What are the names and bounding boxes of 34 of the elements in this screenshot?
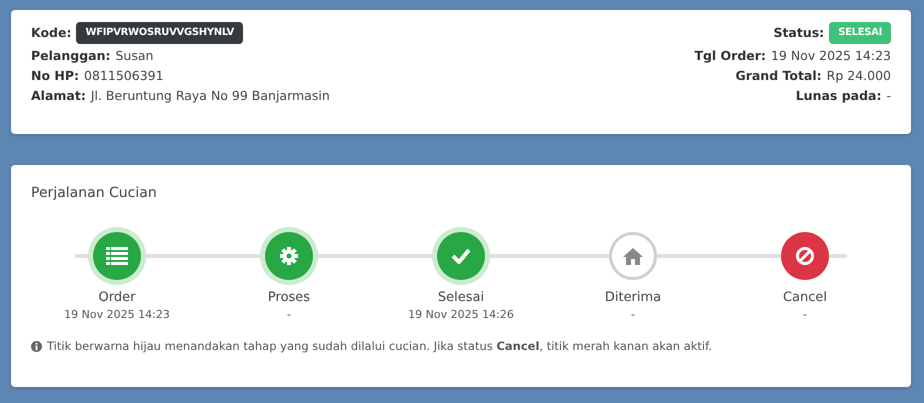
step-time: - xyxy=(287,308,291,321)
status-badge: SELESAI xyxy=(829,22,891,44)
step-label: Diterima xyxy=(604,290,662,305)
field-value: 19 Nov 2025 14:23 xyxy=(770,48,891,64)
field-label: Kode: xyxy=(31,25,72,41)
field-label: Pelanggan: xyxy=(31,48,110,64)
info-note: Titik berwarna hijau menandakan tahap yang sudah dilalui cucian. Jika status Cancel, titik merah kanan akan aktif. xyxy=(47,339,712,353)
field-value: Rp 24.000 xyxy=(826,68,891,84)
field-label: Alamat: xyxy=(31,88,86,104)
field-label: No HP: xyxy=(31,68,80,84)
step-label: Order xyxy=(98,290,136,305)
step-label: Selesai xyxy=(438,290,484,305)
field-value: - xyxy=(886,88,891,104)
ban-icon xyxy=(795,246,815,266)
info-icon xyxy=(31,340,42,352)
list-icon xyxy=(106,247,128,265)
field-label: Tgl Order: xyxy=(694,48,766,64)
gear-icon xyxy=(280,247,298,265)
field-value: Jl. Beruntung Raya No 99 Banjarmasin xyxy=(90,88,330,104)
code-badge: WFIPVRWOSRUVVGSHYNLV xyxy=(76,22,243,44)
field-value: Susan xyxy=(116,48,154,64)
field-label: Lunas pada: xyxy=(796,88,882,104)
step-time: - xyxy=(803,308,807,321)
step-time: - xyxy=(631,308,635,321)
step-time: 19 Nov 2025 14:26 xyxy=(408,308,514,321)
check-icon xyxy=(451,248,471,264)
card-title: Perjalanan Cucian xyxy=(31,185,158,201)
field-label: Grand Total: xyxy=(735,68,822,84)
step-time: 19 Nov 2025 14:23 xyxy=(64,308,170,321)
step-label: Cancel xyxy=(782,290,828,305)
field-label: Status: xyxy=(773,25,824,41)
field-value: 0811506391 xyxy=(84,68,164,84)
step-label: Proses xyxy=(268,290,310,305)
home-icon xyxy=(623,247,643,265)
